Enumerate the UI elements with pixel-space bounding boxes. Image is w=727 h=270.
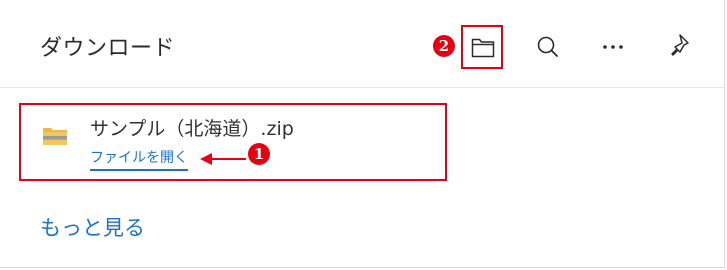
panel-title: ダウンロード [40, 36, 176, 61]
pin-icon [671, 34, 689, 56]
open-downloads-folder-button[interactable] [461, 25, 503, 69]
more-icon [603, 45, 623, 49]
open-file-link[interactable]: ファイルを開く [90, 147, 188, 171]
zip-folder-icon [43, 128, 67, 145]
download-item[interactable]: サンプル（北海道）.zip ファイルを開く [19, 103, 447, 181]
pin-button[interactable] [663, 30, 693, 64]
header-divider [0, 87, 725, 88]
annotation-marker-1: 1 [248, 143, 270, 165]
download-filename: サンプル（北海道）.zip [90, 118, 294, 140]
search-icon [537, 36, 558, 57]
annotation-marker-2: 2 [433, 35, 455, 57]
more-options-button[interactable] [598, 30, 628, 64]
downloads-panel: ダウンロード 2 サンプル（北海道）.zip ファイルを開く 1 もっと見る [0, 0, 725, 268]
annotation-arrow [200, 153, 246, 165]
search-button[interactable] [533, 30, 563, 64]
folder-icon [471, 38, 495, 58]
see-more-link[interactable]: もっと見る [40, 212, 145, 242]
